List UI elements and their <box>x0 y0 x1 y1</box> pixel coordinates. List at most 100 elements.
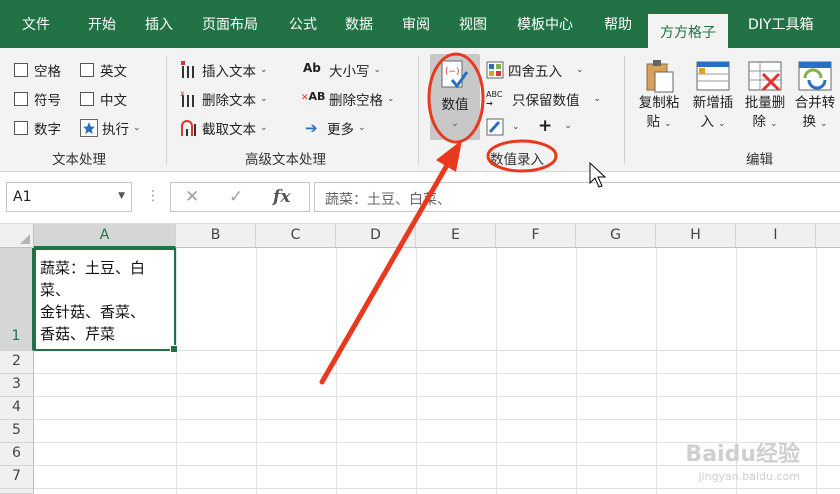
gridline <box>34 419 840 420</box>
row-header[interactable]: 7 <box>0 466 34 489</box>
new-insert-button[interactable]: 新增插 入 ⌄ <box>688 58 738 134</box>
tab-review[interactable]: 审阅 <box>402 14 430 34</box>
gridline <box>416 248 417 494</box>
gridline <box>336 248 337 494</box>
group-divider <box>624 56 625 164</box>
checkbox-chinese[interactable]: 中文 <box>80 89 127 109</box>
column-header[interactable]: F <box>496 224 576 248</box>
tab-data[interactable]: 数据 <box>345 14 373 34</box>
chevron-down-icon: ⌄ <box>769 119 778 129</box>
column-header[interactable]: E <box>416 224 496 248</box>
row-header[interactable]: 3 <box>0 374 34 397</box>
numeric-button[interactable]: (−) 数值 ⌄ <box>430 54 480 140</box>
checkbox-space[interactable]: 空格 <box>14 60 61 80</box>
tab-page-layout[interactable]: 页面布局 <box>202 14 258 34</box>
chevron-down-icon: ⌄ <box>387 94 395 104</box>
batch-delete-button[interactable]: 批量删 除 ⌄ <box>740 58 790 134</box>
numeric-icon: (−) <box>440 60 470 92</box>
round-button[interactable]: 四舍五入 ⌄ <box>486 60 584 80</box>
checkbox-box[interactable] <box>14 121 28 135</box>
numeric-edit-button[interactable]: ⌄ <box>486 118 520 136</box>
gridline <box>256 248 257 494</box>
tab-help[interactable]: 帮助 <box>604 14 632 34</box>
copy-paste-label-2-row: 贴 ⌄ <box>634 113 684 134</box>
merge-convert-label-2-row: 换 ⌄ <box>790 113 840 134</box>
merge-convert-label-1: 合并转 <box>794 95 836 111</box>
plus-label: + <box>538 116 553 136</box>
chevron-down-icon: ⌄ <box>260 94 268 104</box>
cancel-icon[interactable]: ✕ <box>185 187 199 207</box>
keep-numeric-label: 只保留数值 <box>512 93 580 109</box>
gridline <box>576 248 577 494</box>
copy-paste-button[interactable]: 复制粘 贴 ⌄ <box>634 58 684 134</box>
extract-text-icon <box>180 119 198 137</box>
tab-diy-toolbox[interactable]: DIY工具箱 <box>748 14 813 34</box>
watermark-subtext: jingyan.baidu.com <box>698 470 800 483</box>
column-header[interactable]: A <box>34 224 176 248</box>
checkbox-number[interactable]: 数字 <box>14 118 61 138</box>
insert-text-button[interactable]: 插入文本 ⌄ <box>180 60 268 80</box>
tab-template-center[interactable]: 模板中心 <box>517 14 573 34</box>
group-label-advanced: 高级文本处理 <box>245 152 326 168</box>
batch-delete-label-2: 除 <box>752 114 766 130</box>
formula-input[interactable]: 蔬菜：土豆、白菜、 <box>314 182 840 212</box>
star-icon <box>80 119 98 137</box>
checkbox-symbol[interactable]: 符号 <box>14 89 61 109</box>
chevron-down-icon: ⌄ <box>512 122 520 132</box>
confirm-icon[interactable]: ✓ <box>229 187 243 207</box>
checkbox-box[interactable] <box>80 92 94 106</box>
formula-bar-grip[interactable]: ⋮ <box>146 188 160 204</box>
svg-text:(−): (−) <box>445 67 460 77</box>
cell-a1[interactable]: 蔬菜：土豆、白 菜、 金针菇、香菜、 香菇、芹菜 <box>34 248 178 353</box>
svg-text:x: x <box>180 90 185 98</box>
row-header[interactable]: 4 <box>0 397 34 420</box>
delete-text-button[interactable]: x 删除文本 ⌄ <box>180 89 268 109</box>
column-header[interactable]: D <box>336 224 416 248</box>
row-header[interactable]: 2 <box>0 351 34 374</box>
column-header[interactable]: C <box>256 224 336 248</box>
tab-insert[interactable]: 插入 <box>145 14 173 34</box>
column-header[interactable]: B <box>176 224 256 248</box>
case-button[interactable]: Ab 大小写 ⌄ <box>303 60 381 80</box>
checkbox-english[interactable]: 英文 <box>80 60 127 80</box>
more-button[interactable]: ➔ 更多 ⌄ <box>305 118 366 138</box>
column-header[interactable]: I <box>736 224 816 248</box>
checkbox-label: 中文 <box>100 93 127 109</box>
gridline <box>176 248 177 494</box>
tab-fangfang-gezi[interactable]: 方方格子 <box>648 14 728 48</box>
checkbox-box[interactable] <box>14 92 28 106</box>
row-header[interactable] <box>0 489 34 494</box>
chevron-down-icon: ⌄ <box>451 119 459 129</box>
chevron-down-icon: ⌄ <box>133 123 141 133</box>
tab-formulas[interactable]: 公式 <box>289 14 317 34</box>
gridline <box>34 373 840 374</box>
select-all-button[interactable] <box>0 224 34 248</box>
column-header[interactable] <box>816 224 840 248</box>
checkbox-box[interactable] <box>80 63 94 77</box>
delete-space-icon: ✕AB <box>301 90 326 103</box>
checkbox-box[interactable] <box>14 63 28 77</box>
row-header[interactable]: 5 <box>0 420 34 443</box>
row-header[interactable]: 6 <box>0 443 34 466</box>
copy-paste-label-2: 贴 <box>646 114 660 130</box>
plus-button[interactable]: + ⌄ <box>538 116 572 136</box>
formula-bar: A1 ▼ ⋮ ✕ ✓ fx 蔬菜：土豆、白菜、 <box>0 172 840 224</box>
numeric-label: 数值 <box>441 97 469 113</box>
column-header[interactable]: H <box>656 224 736 248</box>
keep-numeric-button[interactable]: ABC → 只保留数值 ⌄ <box>486 89 601 109</box>
tab-home[interactable]: 开始 <box>88 14 116 34</box>
chevron-down-icon: ⌄ <box>819 119 828 129</box>
chevron-down-icon[interactable]: ▼ <box>118 191 125 201</box>
tab-file[interactable]: 文件 <box>22 14 50 34</box>
column-header[interactable]: G <box>576 224 656 248</box>
row-header[interactable]: 1 <box>0 248 34 351</box>
name-box[interactable]: A1 ▼ <box>6 182 132 212</box>
extract-text-button[interactable]: 截取文本 ⌄ <box>180 118 268 138</box>
insert-function-icon[interactable]: fx <box>273 187 290 207</box>
merge-convert-button[interactable]: 合并转 换 ⌄ <box>790 58 840 134</box>
delete-space-button[interactable]: ✕AB 删除空格 ⌄ <box>301 89 395 109</box>
tab-view[interactable]: 视图 <box>459 14 487 34</box>
chevron-down-icon: ⌄ <box>593 94 602 104</box>
merge-convert-icon <box>797 58 833 94</box>
execute-button[interactable]: 执行 ⌄ <box>80 118 141 138</box>
